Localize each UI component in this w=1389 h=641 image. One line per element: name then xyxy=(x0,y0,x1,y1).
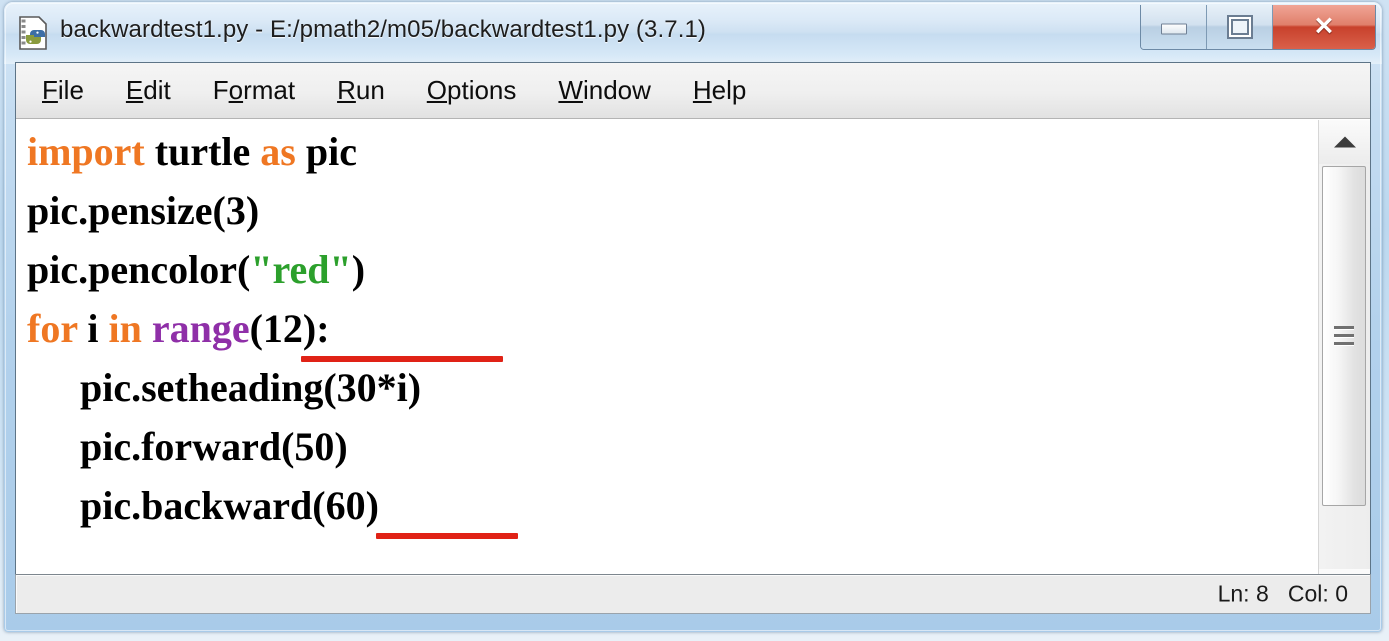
menu-item-edit[interactable]: Edit xyxy=(126,75,171,106)
minimize-button[interactable] xyxy=(1141,5,1207,49)
menu-label-rest: ile xyxy=(57,75,84,105)
maximize-button[interactable] xyxy=(1207,5,1273,49)
code-line: pic.backward(60) xyxy=(27,476,1314,535)
vertical-scrollbar[interactable] xyxy=(1318,120,1370,613)
grip-lines-icon xyxy=(1334,322,1354,350)
python-idle-file-icon xyxy=(19,16,47,50)
code-token: turtle xyxy=(144,129,261,174)
close-icon: ✕ xyxy=(1313,12,1335,41)
menu-item-file[interactable]: File xyxy=(42,75,84,106)
menu-label-rest: rmat xyxy=(243,75,296,105)
menu-item-help[interactable]: Help xyxy=(693,75,746,106)
client-area: File Edit Format Run Options Window Help… xyxy=(15,62,1371,614)
maximize-icon xyxy=(1226,15,1253,39)
triangle-up-icon xyxy=(1333,136,1356,148)
code-line: pic.forward(50) xyxy=(27,417,1314,476)
code-token: pic xyxy=(295,129,357,174)
menu-mnemonic: O xyxy=(426,75,448,105)
scroll-up-button[interactable] xyxy=(1319,120,1370,164)
code-token: "red" xyxy=(250,247,352,292)
underline-pencolor-red xyxy=(301,356,503,362)
title-bar[interactable]: backwardtest1.py - E:/pmath2/m05/backwar… xyxy=(4,2,1382,64)
idle-editor-window: backwardtest1.py - E:/pmath2/m05/backwar… xyxy=(4,2,1382,632)
window-controls: ✕ xyxy=(1140,5,1376,50)
menu-mnemonic: o xyxy=(228,75,244,105)
menu-label-rest: un xyxy=(355,75,385,105)
code-token: pic.forward(50) xyxy=(80,424,348,469)
code-token: in xyxy=(108,306,142,351)
cursor-position-status: Ln: 8 Col: 0 xyxy=(1217,580,1348,607)
code-editor-area[interactable]: import turtle as pic pic.pensize(3) pic.pe… xyxy=(16,120,1370,613)
menu-label-rest: indow xyxy=(582,75,651,105)
code-token: pic.pencolor( xyxy=(27,247,251,292)
menu-label-rest: ptions xyxy=(447,75,517,105)
menu-item-window[interactable]: Window xyxy=(558,75,650,106)
menu-bar: File Edit Format Run Options Window Help xyxy=(16,63,1370,119)
code-token: pic.pensize(3) xyxy=(27,188,260,233)
code-line: import turtle as pic xyxy=(27,122,1314,181)
code-token: ) xyxy=(351,247,366,292)
code-token: as xyxy=(260,129,296,174)
scrollbar-thumb[interactable] xyxy=(1322,166,1366,506)
menu-mnemonic: E xyxy=(125,75,144,105)
menu-label-pre: F xyxy=(212,75,229,105)
code-token: pic.backward(60) xyxy=(80,483,379,528)
menu-mnemonic: F xyxy=(42,75,58,105)
menu-item-run[interactable]: Run xyxy=(337,75,385,106)
minimize-icon xyxy=(1160,23,1187,35)
source-code-text[interactable]: import turtle as pic pic.pensize(3) pic.pe… xyxy=(27,122,1314,613)
code-token: for xyxy=(27,306,78,351)
menu-label-rest: elp xyxy=(711,75,747,105)
underline-backward-60 xyxy=(376,533,518,539)
menu-item-format[interactable]: Format xyxy=(213,75,295,106)
status-bar: Ln: 8 Col: 0 xyxy=(15,574,1371,614)
menu-mnemonic: H xyxy=(692,75,712,105)
code-token: range xyxy=(151,306,250,351)
menu-mnemonic: W xyxy=(558,75,583,105)
menu-label-rest: dit xyxy=(143,75,171,105)
menu-item-options[interactable]: Options xyxy=(427,75,517,106)
code-token: pic.setheading(30*i) xyxy=(80,365,422,410)
menu-mnemonic: R xyxy=(337,75,356,105)
code-token: i xyxy=(77,306,109,351)
code-line: pic.pencolor("red") xyxy=(27,240,1314,299)
code-line: pic.pensize(3) xyxy=(27,181,1314,240)
window-title: backwardtest1.py - E:/pmath2/m05/backwar… xyxy=(60,16,707,43)
close-button[interactable]: ✕ xyxy=(1273,5,1375,49)
code-line: for i in range(12): xyxy=(27,299,1314,358)
code-token: import xyxy=(27,129,145,174)
code-token: (12): xyxy=(249,306,330,351)
code-line: pic.setheading(30*i) xyxy=(27,358,1314,417)
